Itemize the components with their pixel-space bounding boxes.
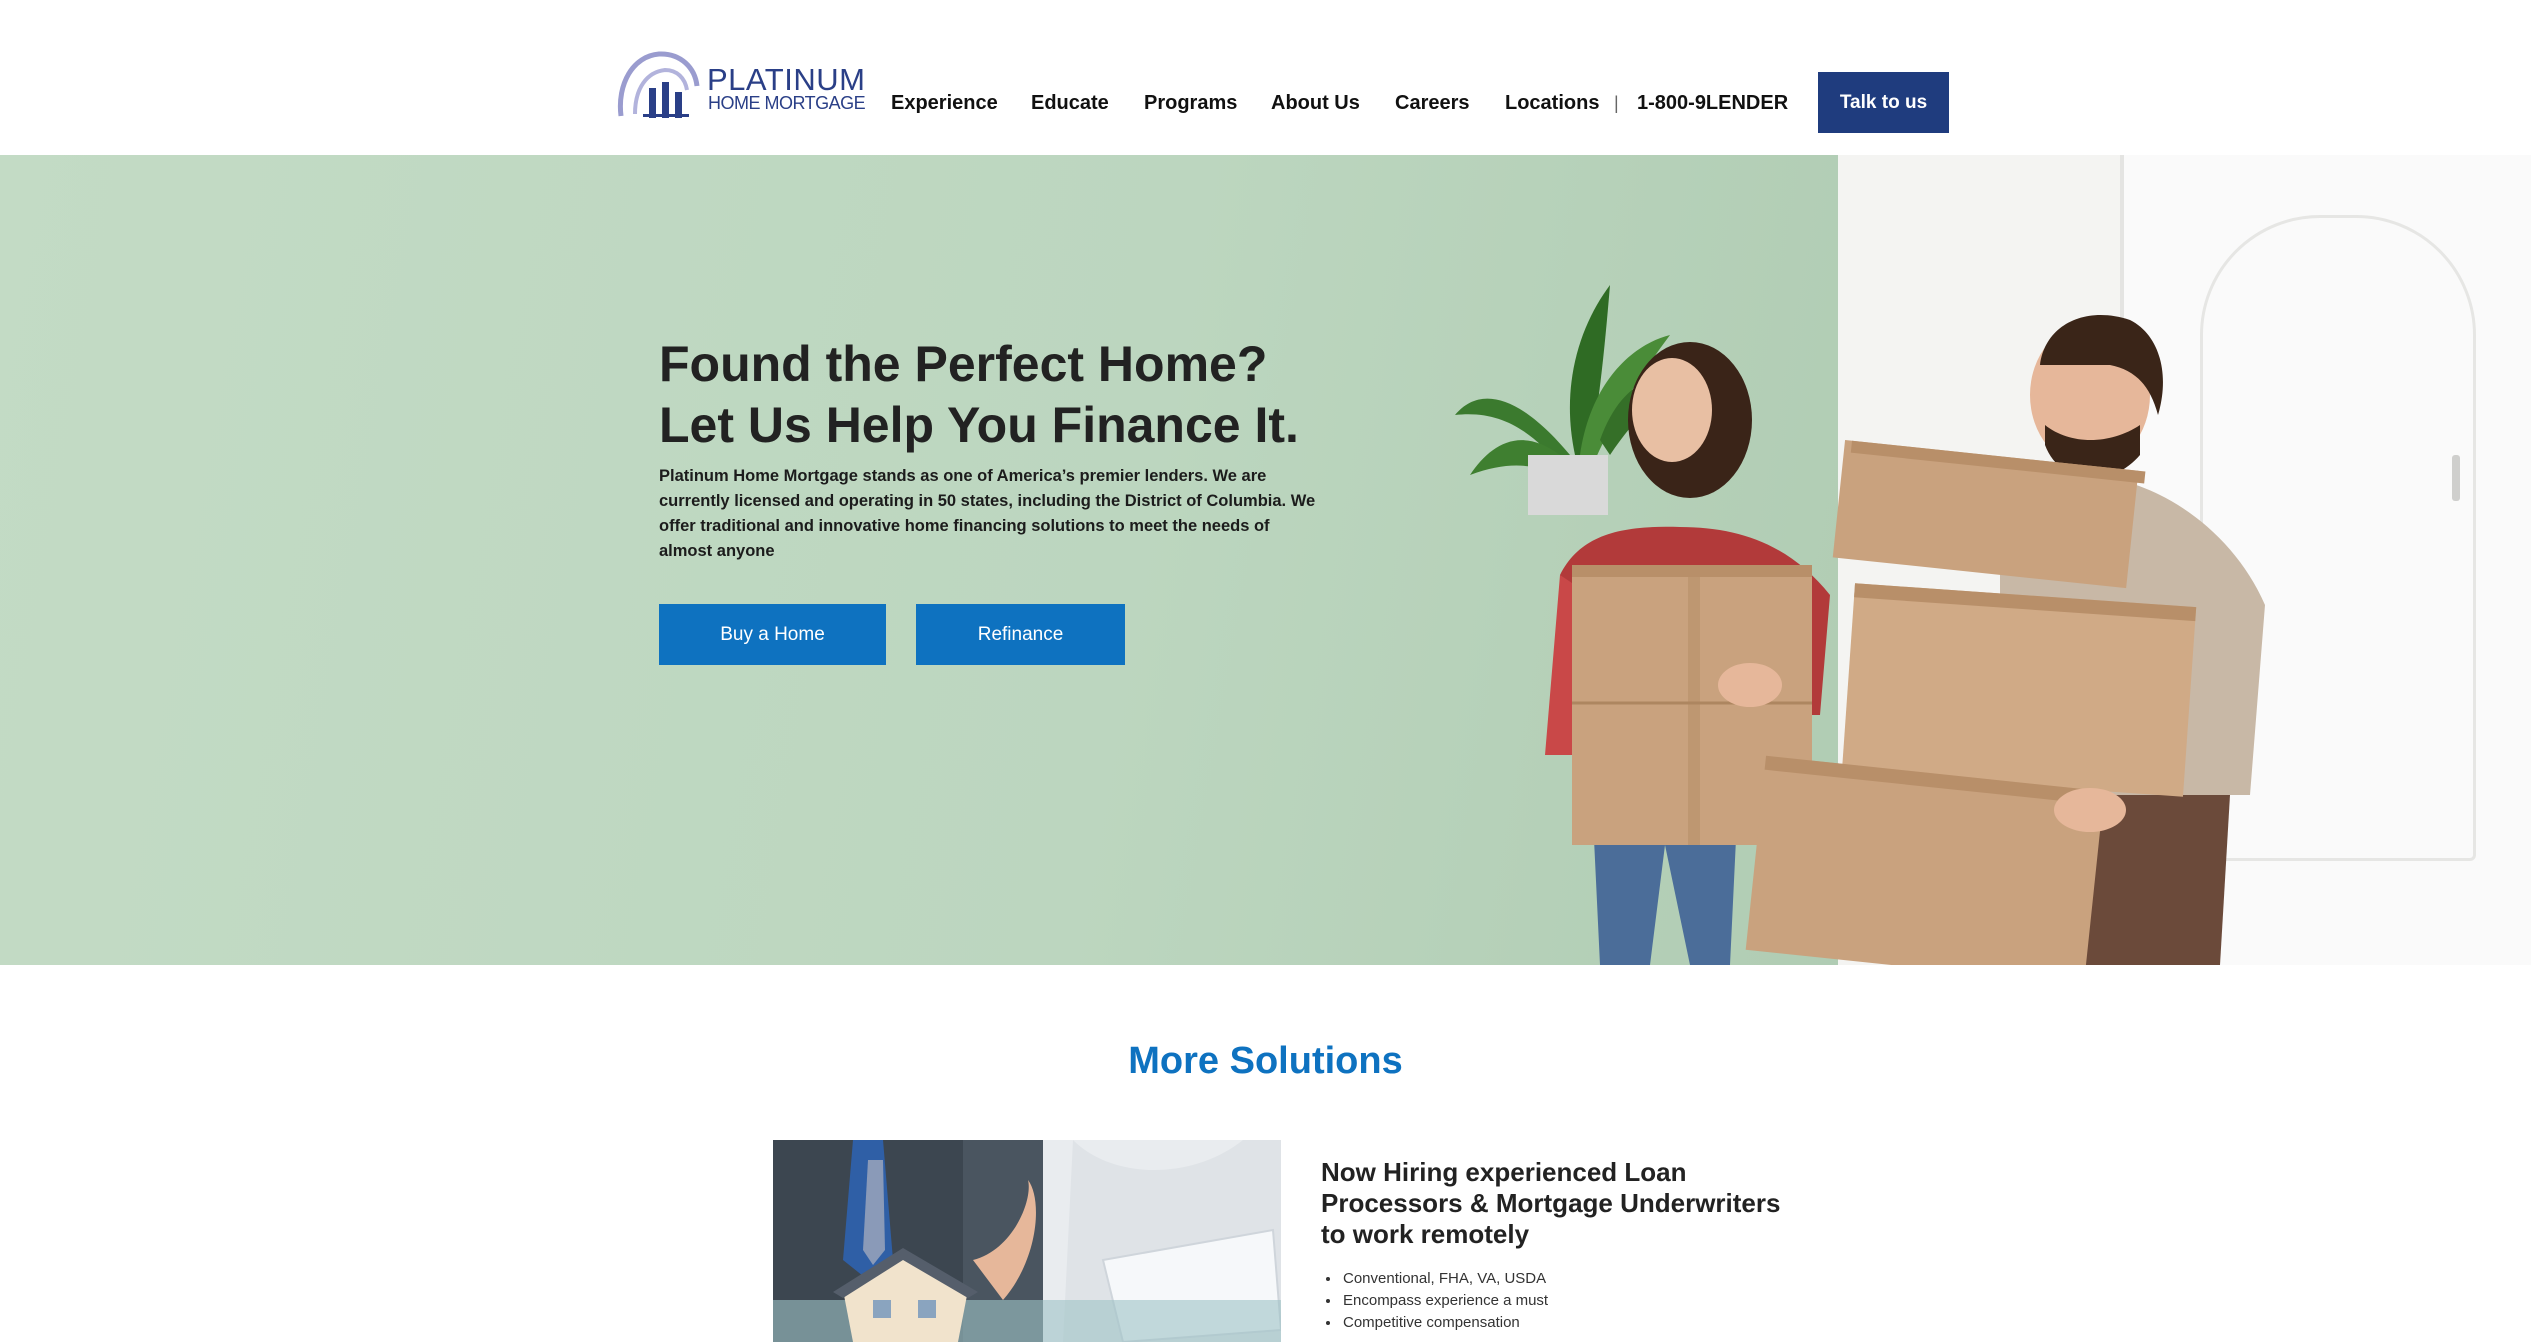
hero-banner: Found the Perfect Home? Let Us Help You … [0, 155, 2531, 965]
platinum-logo[interactable]: PLATINUM HOME MORTGAGE [615, 48, 866, 128]
hero-description: Platinum Home Mortgage stands as one of … [659, 467, 1316, 560]
nav-experience[interactable]: Experience [891, 88, 998, 118]
site-header: PLATINUM HOME MORTGAGE Experience Educat… [0, 0, 2531, 155]
nav-careers[interactable]: Careers [1395, 88, 1470, 118]
phone-link[interactable]: 1-800-9LENDER [1637, 88, 1788, 118]
refinance-button[interactable]: Refinance [916, 604, 1125, 665]
buy-a-home-button[interactable]: Buy a Home [659, 604, 886, 665]
nav-programs[interactable]: Programs [1144, 88, 1237, 118]
talk-to-us-button[interactable]: Talk to us [1818, 72, 1949, 133]
list-item: Conventional, FHA, VA, USDA [1341, 1268, 1548, 1290]
logo-wordmark: PLATINUM [707, 62, 866, 97]
house-arch-icon [617, 51, 700, 118]
hiring-card-title[interactable]: Now Hiring experienced Loan Processors &… [1321, 1157, 1791, 1250]
nav-educate[interactable]: Educate [1031, 88, 1109, 118]
nav-about-us[interactable]: About Us [1271, 88, 1360, 118]
hiring-card-bullets: Conventional, FHA, VA, USDA Encompass ex… [1321, 1268, 1548, 1334]
list-item: Competitive compensation [1341, 1312, 1548, 1334]
nav-locations[interactable]: Locations [1505, 88, 1599, 118]
hero-title-line2: Let Us Help You Finance It. [659, 397, 1299, 453]
list-item: Encompass experience a must [1341, 1290, 1548, 1312]
hiring-card-image[interactable] [773, 1140, 1281, 1342]
nav-separator: | [1614, 93, 1619, 113]
logo-subtitle: HOME MORTGAGE [708, 93, 866, 113]
hero-title-line1: Found the Perfect Home? [659, 336, 1268, 392]
hero-title: Found the Perfect Home? Let Us Help You … [659, 334, 1479, 456]
business-meeting-image [773, 1140, 1281, 1342]
more-solutions-title: More Solutions [1128, 1040, 1403, 1082]
